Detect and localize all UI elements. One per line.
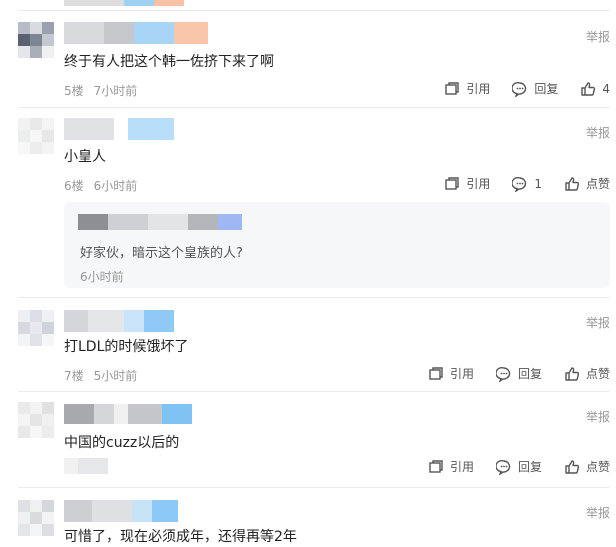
comment-9: 举报 可惜了，现在必须成年，还得再等2年 [0,488,616,547]
report-link[interactable]: 举报 [586,314,610,331]
reply-button[interactable]: 回复 [495,458,542,475]
comment-text: 打LDL的时候饿坏了 [64,339,189,355]
username-blurred[interactable] [64,500,178,522]
comment-7: 举报 打LDL的时候饿坏了 7楼 5小时前 引用 回复 点赞 [0,298,616,392]
avatar[interactable] [18,500,56,538]
comment-meta: 5楼 7小时前 [64,82,137,99]
timestamp: 7小时前 [93,84,138,98]
floor-number: 6楼 [64,179,84,193]
chat-bubble-icon [495,366,511,382]
username-blurred [64,0,184,6]
nested-reply: 好家伙，暗示这个皇族的人? 6小时前 [64,202,610,288]
like-button[interactable]: 点赞 [564,175,610,192]
report-link[interactable]: 举报 [586,504,610,521]
thumbs-up-icon [581,81,596,96]
comment-actions: 引用 回复 点赞 [406,458,610,475]
timestamp: 6小时前 [93,179,138,193]
comment-meta: 7楼 5小时前 [64,367,137,384]
thumbs-up-icon [565,366,580,381]
report-link[interactable]: 举报 [586,124,610,141]
comment-text: 可惜了，现在必须成年，还得再等2年 [64,529,297,545]
avatar[interactable] [18,402,56,446]
username-blurred[interactable] [64,22,208,44]
reply-text: 好家伙，暗示这个皇族的人? [80,246,243,261]
report-link[interactable]: 举报 [586,408,610,425]
username-blurred[interactable] [64,310,174,332]
quote-button[interactable]: 引用 [444,175,490,192]
quote-icon [429,459,443,473]
meta-blurred [64,458,108,474]
avatar[interactable] [18,310,56,348]
reply-button[interactable]: 回复 [495,365,542,382]
reply-button[interactable]: 回复 [512,80,558,97]
quote-icon [445,81,460,95]
reply-timestamp: 6小时前 [80,270,124,284]
avatar[interactable] [18,118,56,156]
thumbs-up-icon [565,459,580,474]
comment-8: 举报 中国的cuzz以后的 引用 回复 点赞 [0,392,616,488]
comment-meta: 6楼 6小时前 [64,177,137,194]
quote-icon [429,366,443,380]
chat-bubble-icon [512,81,527,97]
chat-bubble-icon [495,459,511,475]
username-blurred[interactable] [64,404,192,424]
like-button[interactable]: 4 [580,80,610,97]
floor-number: 5楼 [64,84,84,98]
comment-actions: 引用 1 点赞 [422,175,610,192]
chat-bubble-icon [512,176,527,192]
comment-text: 中国的cuzz以后的 [64,435,180,451]
quote-button[interactable]: 引用 [428,365,474,382]
comment-text: 终于有人把这个韩一佐挤下来了啊 [64,54,274,70]
quote-button[interactable]: 引用 [444,80,490,97]
comment-5: 举报 终于有人把这个韩一佐挤下来了啊 5楼 7小时前 引用 回复 4 [0,10,616,108]
like-button[interactable]: 点赞 [564,365,610,382]
report-link[interactable]: 举报 [586,28,610,45]
floor-number: 7楼 [64,369,84,383]
quote-icon [445,176,460,190]
thumbs-up-icon [565,176,580,191]
avatar[interactable] [18,22,56,60]
timestamp: 5小时前 [93,369,138,383]
comment-actions: 引用 回复 点赞 [406,365,610,382]
like-button[interactable]: 点赞 [564,458,610,475]
comment-actions: 引用 回复 4 [422,80,610,97]
quote-button[interactable]: 引用 [428,458,474,475]
reply-button[interactable]: 1 [512,175,542,192]
comment-text: 小皇人 [64,149,106,165]
username-blurred[interactable] [78,214,242,230]
username-blurred[interactable] [64,118,174,140]
comment-6: 举报 小皇人 6楼 6小时前 引用 1 点赞 好家伙，暗示这个皇族的人? 6小时… [0,108,616,298]
